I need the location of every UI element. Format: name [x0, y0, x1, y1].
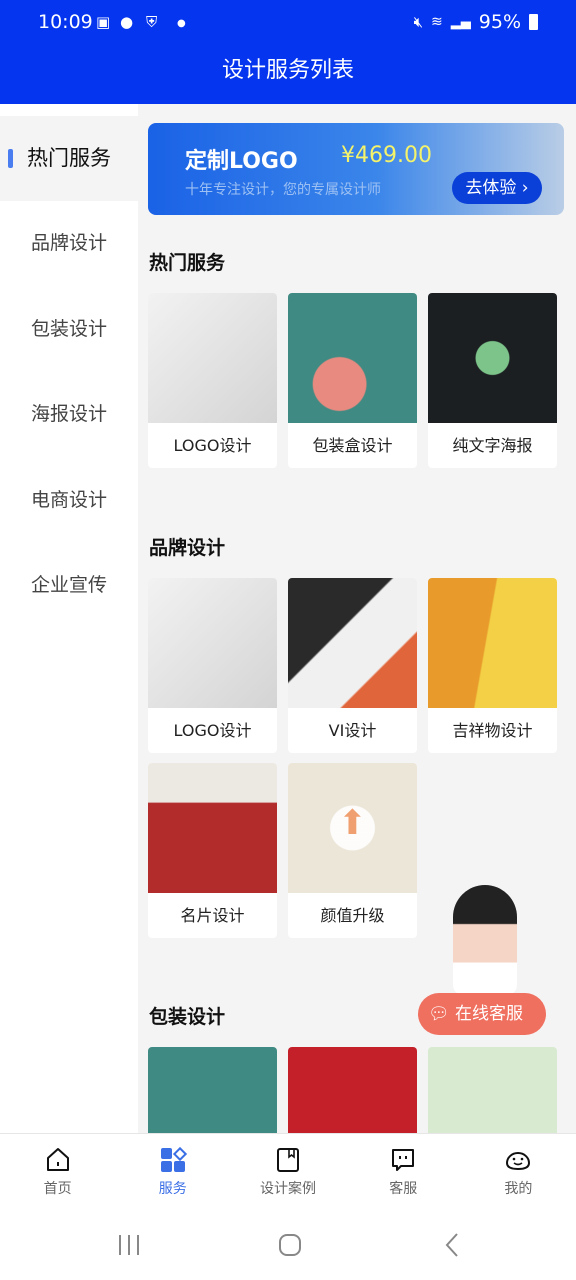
service-card[interactable] [288, 1047, 417, 1133]
sidebar-item-label: 热门服务 [27, 146, 111, 170]
logo-design-image [148, 293, 277, 423]
service-card[interactable]: 纯文字海报 [428, 293, 557, 468]
mute-icon: 🔇︎ [413, 13, 424, 31]
tab-services[interactable]: 服务 [115, 1134, 230, 1210]
chat-icon: 💬︎ [428, 1004, 450, 1024]
sidebar-item-poster[interactable]: 海报设计 [0, 372, 138, 457]
tab-label: 服务 [158, 1181, 187, 1197]
online-service-button[interactable]: 💬︎ 在线客服 [418, 993, 546, 1035]
sidebar-item-label: 品牌设计 [30, 232, 107, 254]
gallery-icon: ▣ [96, 13, 111, 31]
banner-price: ¥469.00 [341, 143, 432, 168]
banner-subtitle: 十年专注设计，您的专属设计师 [185, 182, 381, 198]
dot-icon: ● [177, 18, 186, 29]
services-grid-icon [160, 1146, 187, 1172]
sidebar-item-label: 海报设计 [30, 403, 107, 425]
battery-icon [529, 14, 538, 30]
tab-mine[interactable]: 我的 [461, 1134, 576, 1210]
packaging-image [288, 1047, 417, 1133]
upgrade-image: ⬆ [288, 763, 417, 893]
card-label: 吉祥物设计 [452, 721, 533, 740]
bottom-nav: 首页 服务 设计案例 客服 我的 [0, 1133, 576, 1210]
sidebar-item-label: 电商设计 [30, 489, 107, 511]
wifi-icon: ≋ [431, 14, 443, 30]
business-card-image [148, 763, 277, 893]
home-button-icon[interactable] [277, 1232, 303, 1258]
sidebar-item-packaging[interactable]: 包装设计 [0, 287, 138, 372]
service-card[interactable] [148, 1047, 277, 1133]
tab-label: 设计案例 [260, 1181, 316, 1197]
signal-icon: ▂▄ [450, 14, 471, 30]
tab-label: 我的 [504, 1181, 533, 1197]
recent-apps-icon[interactable] [116, 1232, 142, 1258]
packaging-image [148, 1047, 277, 1133]
back-icon[interactable] [440, 1232, 466, 1258]
status-time: 10:09 [38, 11, 93, 33]
tab-cases[interactable]: 设计案例 [230, 1134, 345, 1210]
sidebar-item-hot[interactable]: 热门服务 [0, 116, 138, 201]
active-indicator [8, 149, 13, 168]
card-label: VI设计 [328, 721, 377, 740]
sidebar-item-label: 包装设计 [30, 318, 107, 340]
online-service-label: 在线客服 [455, 1004, 523, 1024]
battery-level: 95% [478, 11, 521, 33]
page-title: 设计服务列表 [0, 48, 576, 104]
card-label: 颜值升级 [320, 906, 385, 925]
card-label: LOGO设计 [173, 436, 252, 455]
service-card[interactable]: ⬆ 颜值升级 [288, 763, 417, 938]
service-card[interactable] [428, 1047, 557, 1133]
sidebar-item-ecommerce[interactable]: 电商设计 [0, 458, 138, 543]
book-icon [277, 1148, 299, 1172]
card-label: LOGO设计 [173, 721, 252, 740]
status-bar: 10:09 ▣ ● ⛨ ● 🔇︎ ≋ ▂▄ 95% [0, 0, 576, 48]
tab-support[interactable]: 客服 [346, 1134, 461, 1210]
sidebar-item-brand[interactable]: 品牌设计 [0, 201, 138, 286]
card-label: 包装盒设计 [312, 436, 393, 455]
section-title: 热门服务 [149, 252, 226, 274]
service-card[interactable]: LOGO设计 [148, 578, 277, 753]
smiley-icon [506, 1152, 531, 1171]
section-title: 包装设计 [149, 1006, 226, 1028]
card-label: 名片设计 [180, 906, 245, 925]
agent-avatar [453, 885, 517, 995]
chat-icon [392, 1149, 415, 1171]
vi-design-image [288, 578, 417, 708]
banner-title: 定制LOGO [185, 149, 298, 174]
card-label: 纯文字海报 [452, 436, 533, 455]
logo-design-image [148, 578, 277, 708]
tab-label: 客服 [389, 1181, 418, 1197]
service-card[interactable]: VI设计 [288, 578, 417, 753]
packaging-image [428, 1047, 557, 1133]
tab-label: 首页 [43, 1181, 72, 1197]
mascot-design-image [428, 578, 557, 708]
service-card[interactable]: 名片设计 [148, 763, 277, 938]
try-button[interactable]: 去体验 › [452, 172, 542, 204]
cloud-icon: ● [120, 13, 134, 31]
home-icon [46, 1148, 69, 1171]
service-card[interactable]: 包装盒设计 [288, 293, 417, 468]
packaging-box-image [288, 293, 417, 423]
service-card[interactable]: 吉祥物设计 [428, 578, 557, 753]
sidebar-item-label: 企业宣传 [30, 574, 107, 596]
category-sidebar: 热门服务 品牌设计 包装设计 海报设计 电商设计 企业宣传 [0, 104, 138, 1133]
sidebar-item-corporate[interactable]: 企业宣传 [0, 543, 138, 628]
system-nav-bar [0, 1210, 576, 1280]
shield-icon: ⛨ [146, 13, 158, 31]
section-title: 品牌设计 [149, 537, 226, 559]
text-poster-image [428, 293, 557, 423]
up-arrow-icon: ⬆ [338, 803, 367, 843]
promo-banner[interactable]: 定制LOGO ¥469.00 十年专注设计，您的专属设计师 去体验 › [148, 123, 564, 215]
service-card[interactable]: LOGO设计 [148, 293, 277, 468]
online-service-float[interactable]: 💬︎ 在线客服 [418, 885, 548, 1037]
tab-home[interactable]: 首页 [0, 1134, 115, 1210]
